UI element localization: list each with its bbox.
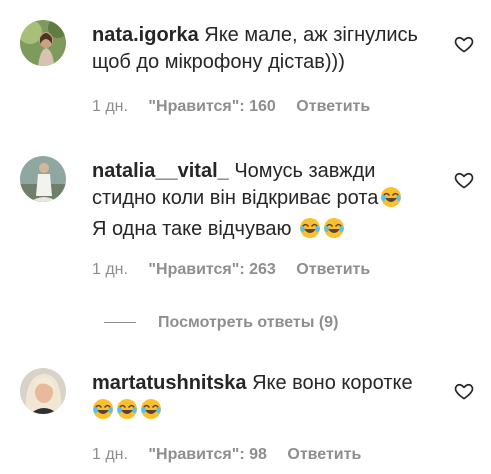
view-replies-label: Посмотреть ответы (9) <box>158 314 339 331</box>
comment-text: martatushnitska Яке воно коротке <box>92 370 442 428</box>
comment-username[interactable]: martatushnitska <box>92 372 247 394</box>
comment-body-line: Я одна таке відчуваю <box>92 218 292 240</box>
avatar[interactable] <box>20 368 66 414</box>
comment-meta: 1 дн. "Нравится": 98 Ответить <box>92 446 361 464</box>
face-with-tears-of-joy-icon <box>92 398 114 428</box>
avatar[interactable] <box>20 20 66 66</box>
comment-username[interactable]: nata.igorka <box>92 24 199 46</box>
face-with-tears-of-joy-icon <box>116 398 138 428</box>
reply-button[interactable]: Ответить <box>296 98 370 116</box>
heart-outline-icon[interactable] <box>454 381 474 401</box>
heart-outline-icon[interactable] <box>454 34 474 54</box>
comment-body-line: Яке мале, аж зігнулись <box>204 24 418 46</box>
face-with-tears-of-joy-icon <box>299 217 321 247</box>
divider <box>104 322 136 324</box>
reply-button[interactable]: Ответить <box>287 446 361 464</box>
comment-age: 1 дн. <box>92 261 128 278</box>
view-replies-button[interactable]: Посмотреть ответы (9) <box>104 314 338 332</box>
comment-body-line: Чомусь завжди <box>234 160 376 182</box>
face-with-tears-of-joy-icon <box>323 217 345 247</box>
comment-likes-count[interactable]: "Нравится": 263 <box>148 261 275 279</box>
comment-age: 1 дн. <box>92 446 128 463</box>
comment-text: natalia__vital_ Чомусь завжди стидно кол… <box>92 158 442 247</box>
comment-body-line: стидно коли він відкриває рота <box>92 187 379 209</box>
comment-likes-count[interactable]: "Нравится": 98 <box>148 446 267 464</box>
comment-body-line: Яке воно коротке <box>252 372 413 394</box>
reply-button[interactable]: Ответить <box>296 261 370 279</box>
comment-body-line: щоб до мікрофону дістав))) <box>92 51 345 73</box>
comment-likes-count[interactable]: "Нравится": 160 <box>148 98 275 116</box>
heart-outline-icon[interactable] <box>454 170 474 190</box>
comment-text: nata.igorka Яке мале, аж зігнулись щоб д… <box>92 22 442 76</box>
comment-age: 1 дн. <box>92 98 128 115</box>
comment-meta: 1 дн. "Нравится": 263 Ответить <box>92 261 370 279</box>
comment-username[interactable]: natalia__vital_ <box>92 160 229 182</box>
face-with-tears-of-joy-icon <box>140 398 162 428</box>
face-with-tears-of-joy-icon <box>380 186 402 216</box>
avatar[interactable] <box>20 156 66 202</box>
comment-meta: 1 дн. "Нравится": 160 Ответить <box>92 98 370 116</box>
